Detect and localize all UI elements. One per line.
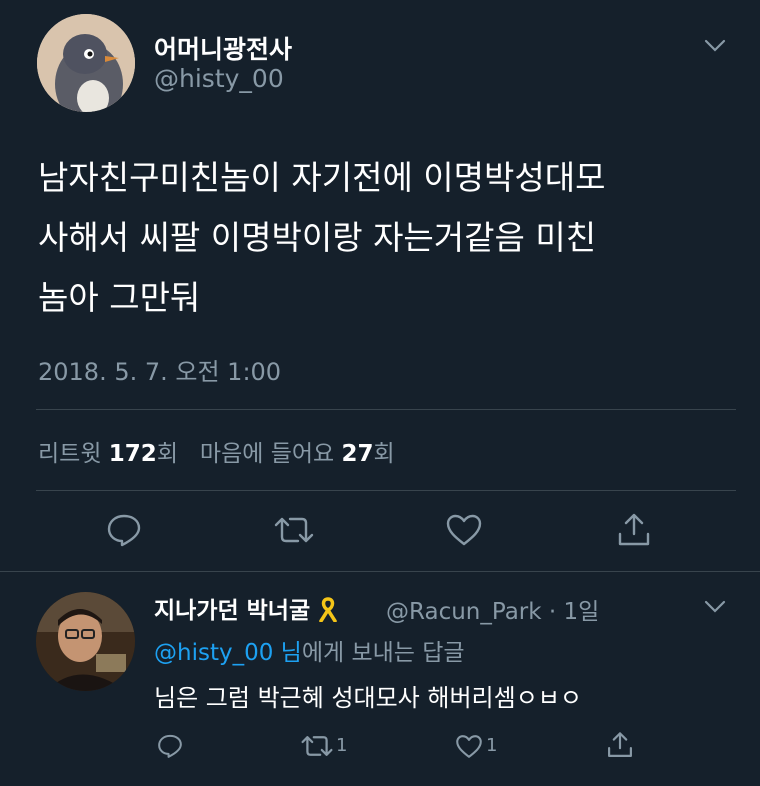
reply-icon — [158, 734, 182, 758]
divider — [36, 490, 736, 491]
tweet-text: 남자친구미친놈이 자기전에 이명박성대모 사해서 씨팔 이명박이랑 자는거같음 … — [38, 148, 738, 328]
divider — [36, 409, 736, 410]
tweet-text-line: 사해서 씨팔 이명박이랑 자는거같음 미친 — [38, 218, 597, 257]
reply-like-button[interactable]: 1 — [455, 734, 515, 760]
author-display-name[interactable]: 어머니광전사 — [154, 30, 292, 66]
heart-icon — [446, 514, 482, 546]
tweet-text-line: 놈아 그만둬 — [38, 278, 201, 317]
reply-retweet-button[interactable]: 1 — [301, 734, 361, 760]
like-count[interactable]: 27 — [342, 441, 374, 467]
replying-to-link[interactable]: @histy_00 님 — [154, 640, 302, 666]
author-handle[interactable]: @histy_00 — [154, 64, 284, 93]
retweet-icon — [274, 517, 314, 543]
reply-handle-time[interactable]: @Racun_Park · 1일 — [386, 592, 599, 626]
author-avatar[interactable] — [37, 14, 135, 112]
like-button[interactable] — [445, 513, 483, 551]
like-unit: 회 — [373, 441, 395, 467]
reply-text: 님은 그럼 박근혜 성대모사 해버리셈ㅇㅂㅇ — [154, 684, 582, 712]
heart-icon — [456, 735, 482, 758]
share-icon — [618, 513, 650, 546]
reply-share-button[interactable] — [606, 731, 634, 763]
reply-button[interactable] — [106, 513, 142, 551]
replying-to-suffix: 에게 보내는 답글 — [301, 640, 465, 666]
share-button[interactable] — [616, 512, 652, 552]
reply-author-name[interactable]: 지나가던 박너굴 — [154, 591, 338, 625]
tweet-timestamp[interactable]: 2018. 5. 7. 오전 1:00 — [38, 352, 281, 387]
share-icon — [608, 732, 632, 757]
tweet-text-line: 남자친구미친놈이 자기전에 이명박성대모 — [38, 158, 606, 197]
chevron-down-icon[interactable] — [704, 599, 726, 618]
person-avatar — [36, 592, 135, 691]
reply-icon — [107, 514, 141, 547]
retweet-button[interactable] — [274, 515, 314, 549]
penguin-avatar — [37, 14, 135, 112]
retweet-label[interactable]: 리트윗 — [38, 441, 101, 467]
retweet-unit: 회 — [156, 441, 178, 467]
retweet-icon — [301, 736, 333, 756]
reply-display-name[interactable]: 지나가던 박너굴 — [154, 598, 310, 624]
yellow-ribbon-icon — [318, 597, 338, 624]
retweet-count[interactable]: 172 — [109, 441, 157, 467]
divider — [0, 571, 760, 572]
reply-author-avatar[interactable] — [36, 592, 135, 691]
tweet-stats: 리트윗 172회 마음에 들어요 27회 — [38, 434, 395, 468]
chevron-down-icon[interactable] — [704, 38, 726, 57]
replying-to: @histy_00 님에게 보내는 답글 — [154, 633, 465, 667]
reply-reply-button[interactable] — [157, 733, 183, 763]
reply-like-count: 1 — [486, 735, 498, 756]
reply-retweet-count: 1 — [336, 735, 348, 756]
like-label[interactable]: 마음에 들어요 — [200, 441, 334, 467]
